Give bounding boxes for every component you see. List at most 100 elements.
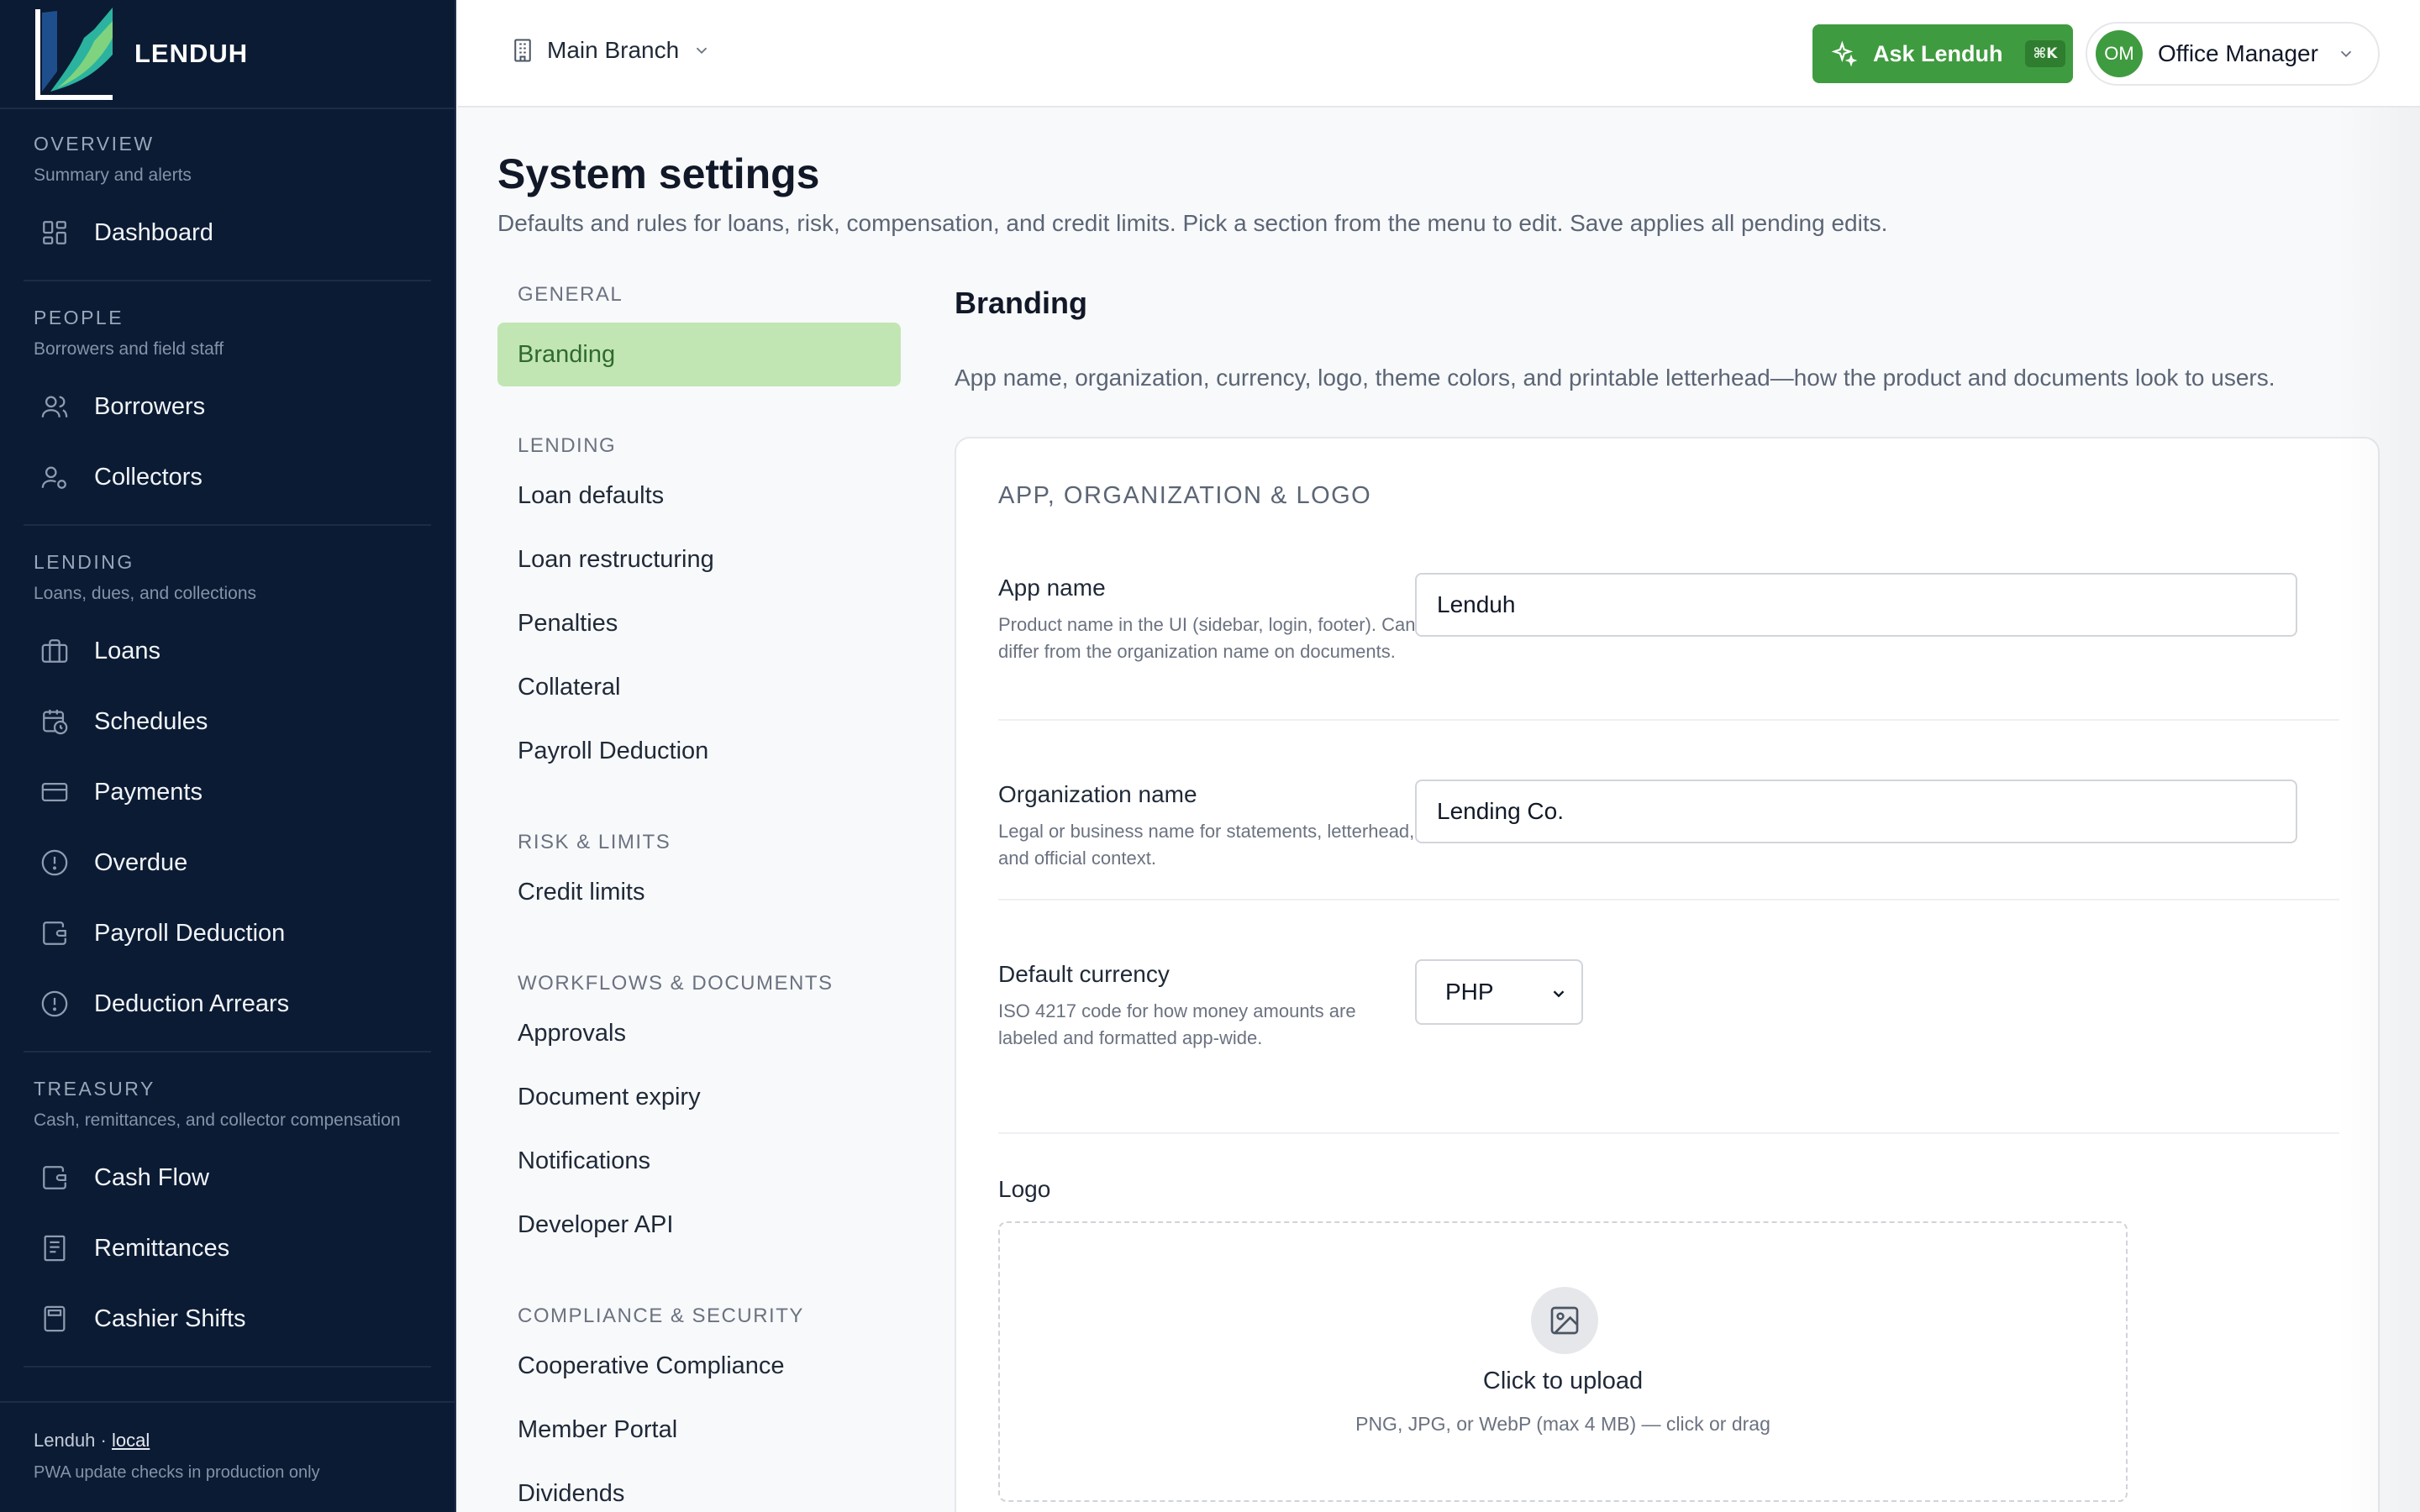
lenduh-logo-icon: [32, 4, 116, 103]
menu-section-title: WORKFLOWS & DOCUMENTS: [518, 972, 834, 995]
sidebar-item-schedules[interactable]: Schedules: [24, 686, 431, 757]
field-help: Product name in the UI (sidebar, login, …: [998, 614, 1416, 662]
settings-item-collateral[interactable]: Collateral: [497, 655, 901, 719]
settings-item-payroll-deduction[interactable]: Payroll Deduction: [497, 719, 901, 783]
sidebar-item-label: Collectors: [94, 463, 203, 491]
sidebar-item-label: Cashier Shifts: [94, 1305, 246, 1332]
sidebar-item-label: Loans: [94, 637, 161, 664]
nav-group-people: PEOPLE Borrowers and field staff Borrowe…: [24, 281, 431, 526]
menu-section-title: RISK & LIMITS: [518, 831, 671, 853]
page-title: System settings: [497, 150, 820, 197]
organization-name-input[interactable]: Lending Co.: [1415, 780, 2297, 843]
sidebar-item-label: Dashboard: [94, 218, 213, 246]
nav-group-subtitle: Borrowers and field staff: [34, 339, 224, 359]
logo-upload-dropzone[interactable]: Click to upload PNG, JPG, or WebP (max 4…: [998, 1221, 2128, 1502]
settings-item-approvals[interactable]: Approvals: [497, 1001, 901, 1065]
sidebar-item-deduction-arrears[interactable]: Deduction Arrears: [24, 969, 431, 1039]
sidebar-item-cash-flow[interactable]: Cash Flow: [24, 1142, 431, 1213]
nav-group-lending: LENDING Loans, dues, and collections Loa…: [24, 526, 431, 1053]
sidebar-item-label: Borrowers: [94, 392, 206, 420]
settings-item-notifications[interactable]: Notifications: [497, 1129, 901, 1193]
nav-group-overview: OVERVIEW Summary and alerts Dashboard: [24, 109, 431, 281]
sidebar-item-remittances[interactable]: Remittances: [24, 1213, 431, 1284]
sidebar-item-label: Overdue: [94, 848, 188, 876]
sidebar-item-overdue[interactable]: Overdue: [24, 827, 431, 898]
sidebar-item-loans[interactable]: Loans: [24, 616, 431, 686]
section-title: Branding: [955, 286, 1087, 320]
upload-hint: PNG, JPG, or WebP (max 4 MB) — click or …: [1355, 1413, 1770, 1435]
sidebar-item-label: Deduction Arrears: [94, 990, 290, 1017]
brand[interactable]: LENDUH: [0, 0, 455, 109]
sparkles-icon: [1831, 40, 1858, 67]
alert-circle-icon: [41, 849, 68, 876]
branch-selector[interactable]: Main Branch: [510, 37, 723, 64]
wallet-icon: [43, 1166, 66, 1189]
app-name-input[interactable]: Lenduh: [1415, 573, 2297, 637]
field-help: ISO 4217 code for how money amounts are …: [998, 1000, 1356, 1048]
currency-select[interactable]: PHP: [1415, 959, 1583, 1025]
settings-item-document-expiry[interactable]: Document expiry: [497, 1065, 901, 1129]
nav-group-subtitle: Loans, dues, and collections: [34, 584, 257, 603]
upload-title: Click to upload: [1482, 1368, 1644, 1394]
menu-section-title: LENDING: [518, 434, 617, 457]
footer-separator: ·: [100, 1430, 107, 1451]
nav-group-subtitle: Summary and alerts: [34, 165, 192, 185]
avatar: OM: [2096, 30, 2143, 77]
settings-item-developer-api[interactable]: Developer API: [497, 1193, 901, 1257]
settings-item-branding[interactable]: Branding: [497, 323, 901, 386]
environment-link[interactable]: local: [112, 1430, 150, 1451]
sidebar-item-cashier-shifts[interactable]: Cashier Shifts: [24, 1284, 431, 1354]
settings-item-dividends[interactable]: Dividends: [497, 1462, 901, 1512]
settings-item-credit-limits[interactable]: Credit limits: [497, 860, 901, 924]
nav-group-title: TREASURY: [34, 1078, 155, 1100]
chevron-down-icon: [2340, 50, 2352, 58]
field-help: Legal or business name for statements, l…: [998, 821, 1415, 869]
sidebar-item-dashboard[interactable]: Dashboard: [24, 197, 431, 268]
divider: [998, 1132, 2339, 1134]
page-description: Defaults and rules for loans, risk, comp…: [497, 210, 1888, 236]
sidebar-item-payroll-deduction[interactable]: Payroll Deduction: [24, 898, 431, 969]
nav-group-title: LENDING: [34, 551, 134, 573]
alert-circle-icon: [41, 990, 68, 1017]
sidebar-item-borrowers[interactable]: Borrowers: [24, 371, 431, 442]
settings-menu: GENERAL Branding LENDING Loan defaults L…: [497, 277, 901, 1512]
version-line: Lenduh · local: [34, 1430, 455, 1452]
sidebar-item-label: Payroll Deduction: [94, 919, 286, 947]
sidebar: LENDUH OVERVIEW Summary and alerts Dashb…: [0, 0, 456, 1512]
top-bar: Main Branch Ask Lenduh ⌘K OM Office Mana…: [458, 0, 2420, 108]
sidebar-item-label: Cash Flow: [94, 1163, 209, 1191]
divider: [998, 899, 2339, 900]
sidebar-item-label: Payments: [94, 778, 203, 806]
user-gear-icon: [41, 466, 66, 489]
briefcase-icon: [41, 639, 68, 663]
sidebar-item-label: Schedules: [94, 707, 208, 735]
section-description: App name, organization, currency, logo, …: [955, 365, 2275, 391]
settings-item-loan-restructuring[interactable]: Loan restructuring: [497, 528, 901, 591]
branch-name: Main Branch: [547, 37, 680, 63]
sidebar-item-label: Remittances: [94, 1234, 230, 1262]
sidebar-item-collectors[interactable]: Collectors: [24, 442, 431, 512]
dashboard-icon: [43, 221, 66, 244]
field-label: Logo: [998, 1176, 1051, 1202]
receipt-icon: [44, 1235, 66, 1262]
menu-section-title: GENERAL: [518, 283, 623, 306]
sidebar-footer: Lenduh · local PWA update checks in prod…: [0, 1401, 455, 1512]
sidebar-item-payments[interactable]: Payments: [24, 757, 431, 827]
settings-item-penalties[interactable]: Penalties: [497, 591, 901, 655]
calculator-icon: [44, 1305, 66, 1332]
settings-item-member-portal[interactable]: Member Portal: [497, 1398, 901, 1462]
wallet-icon: [43, 921, 66, 945]
currency-row: Default currency ISO 4217 code for how m…: [998, 961, 2339, 1052]
nav-group-treasury: TREASURY Cash, remittances, and collecto…: [24, 1053, 431, 1368]
divider: [998, 719, 2339, 721]
calendar-clock-icon: [43, 709, 68, 735]
footer-note: PWA update checks in production only: [34, 1463, 320, 1482]
card-title: APP, ORGANIZATION & LOGO: [998, 482, 1372, 509]
ask-assistant-button[interactable]: Ask Lenduh ⌘K: [1812, 24, 2073, 83]
settings-item-cooperative-compliance[interactable]: Cooperative Compliance: [497, 1334, 901, 1398]
settings-item-loan-defaults[interactable]: Loan defaults: [497, 464, 901, 528]
chevron-down-icon: [1553, 990, 1565, 998]
logo-row: Logo: [998, 1176, 2339, 1203]
user-menu-button[interactable]: OM Office Manager: [2086, 22, 2380, 86]
credit-card-icon: [41, 782, 68, 802]
